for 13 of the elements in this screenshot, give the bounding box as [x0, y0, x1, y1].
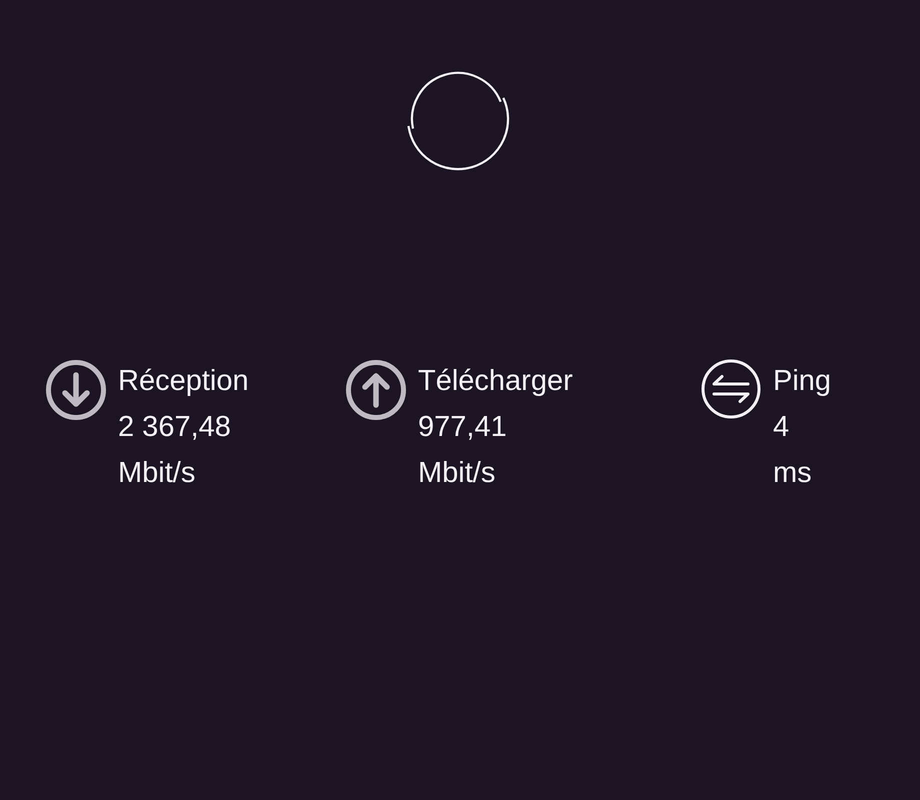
metric-unit: Mbit/s: [118, 456, 196, 491]
metric-label: Réception: [118, 364, 249, 399]
swap-arrows-icon: [701, 359, 761, 419]
metric-value: 4: [773, 410, 790, 445]
metric-label: Ping: [773, 364, 832, 399]
arrow-up-circle-icon: [346, 360, 406, 420]
metric-label: Télécharger: [418, 364, 573, 399]
arrow-down-circle-icon: [46, 360, 106, 420]
metric-unit: Mbit/s: [418, 456, 496, 491]
metric-value: 2 367,48: [118, 410, 232, 445]
metric-value: 977,41: [418, 410, 508, 445]
metric-unit: ms: [773, 456, 813, 491]
loading-spinner-icon: [407, 70, 510, 171]
